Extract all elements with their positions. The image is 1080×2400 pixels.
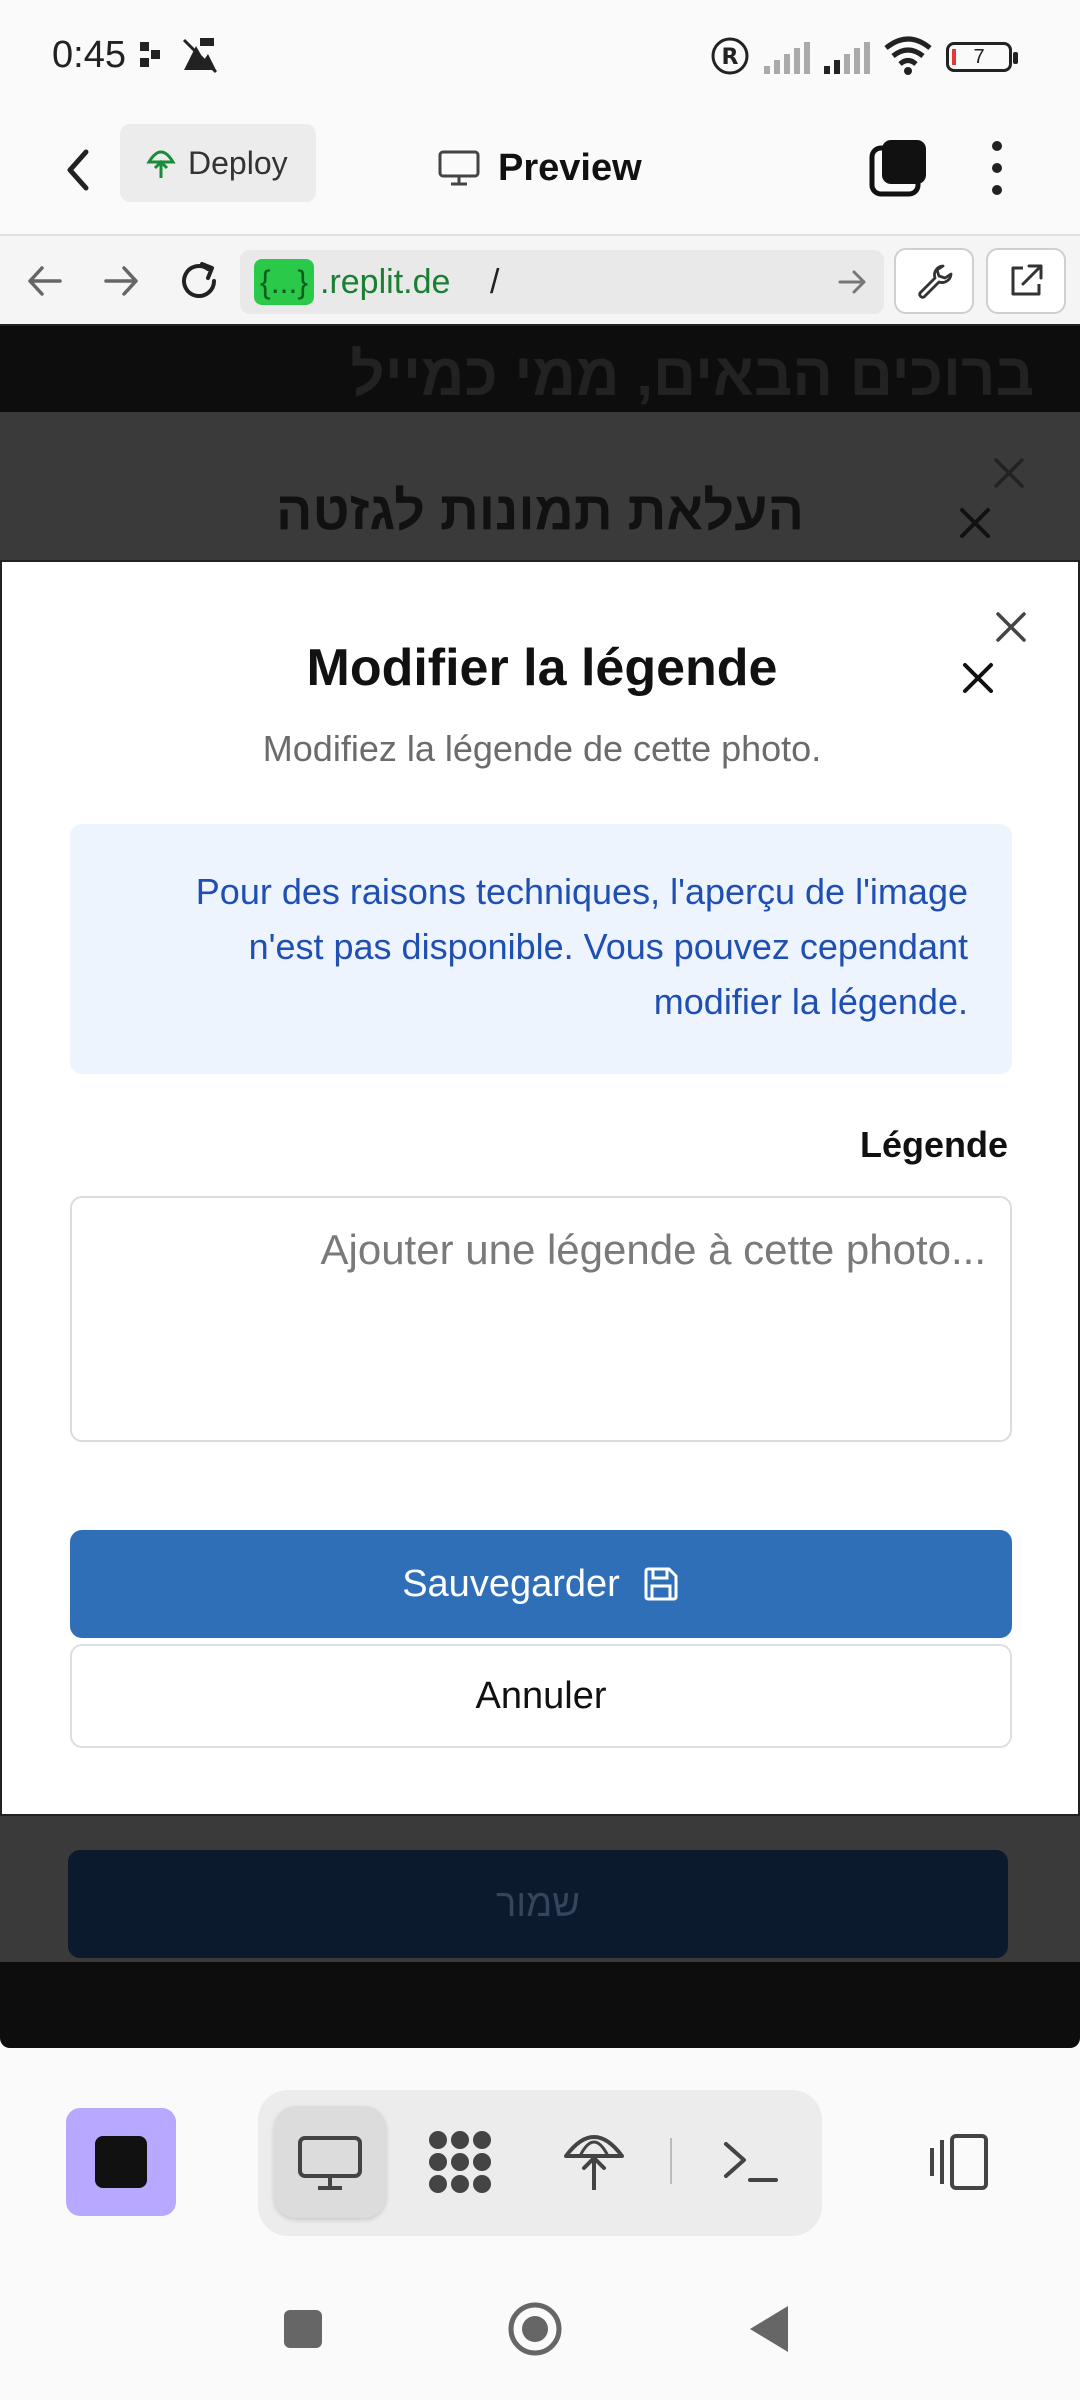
media-off-icon [182,38,218,74]
status-bar: 0:45 R 7 [0,0,1080,112]
deploy-icon[interactable] [558,2124,630,2196]
back-icon[interactable] [744,2302,794,2356]
reload-icon[interactable] [176,258,222,304]
system-nav-bar [0,2248,1080,2400]
dialog-description: .Modifiez la légende de cette photo [262,728,822,769]
notification-icon [140,42,160,67]
caption-input[interactable] [70,1196,1012,1442]
url-field[interactable]: {...} .replit.de / [240,250,884,314]
close-icon[interactable] [956,504,994,542]
stop-button[interactable] [66,2108,176,2216]
page-heading: ברוכים הבאים, ממי כמייל [350,341,1034,408]
url-tag: {...} [254,259,315,305]
url-path: / [490,263,500,301]
monitor-icon[interactable] [294,2126,366,2198]
deploy-label: Deploy [188,144,288,181]
battery-level: 7 [973,46,985,68]
more-options-icon[interactable] [982,138,1012,198]
wrench-icon [918,264,953,299]
caption-label: Légende [859,1124,1008,1165]
background-save-button: שמור [68,1850,1008,1958]
preview-tab[interactable]: Preview [438,138,642,198]
signal-icon [824,42,870,74]
info-notice: Pour des raisons techniques, l'aperçu de… [70,824,1012,1074]
status-time: 0:45 [52,34,126,76]
info-line: Pour des raisons techniques, l'aperçu de… [195,871,968,912]
save-label: Sauvegarder [402,1562,620,1605]
signal-weak-icon [764,42,810,74]
save-icon [644,1567,678,1601]
cancel-button[interactable]: Annuler [70,1644,1012,1748]
deploy-icon [146,150,176,178]
recents-icon[interactable] [280,2306,326,2352]
info-line: n'est pas disponible. Vous pouvez cepend… [248,926,968,967]
battery-icon: 7 [946,42,1018,72]
terminal-icon[interactable] [714,2126,786,2198]
nav-back-icon[interactable] [22,258,68,304]
workspace-icon[interactable] [424,2126,496,2198]
save-button[interactable]: Sauvegarder [70,1530,1012,1638]
dialog-title: Modifier la légende [306,639,778,697]
bottom-toolbar [0,2048,1080,2259]
background-dialog-title: העלאת תמונות לגזטה [276,481,804,541]
go-arrow-icon[interactable] [834,264,870,300]
preview-label: Preview [498,146,642,189]
home-icon[interactable] [506,2300,564,2358]
back-arrow-icon[interactable] [52,142,108,198]
svg-text:R: R [722,45,739,70]
nav-forward-icon[interactable] [98,258,144,304]
tabs-icon[interactable] [868,136,930,198]
monitor-icon [438,150,480,186]
external-link-icon [1011,264,1043,296]
devtools-button[interactable] [894,248,974,314]
registered-icon: R [711,37,749,75]
app-header: Deploy Preview [0,112,1080,236]
divider [670,2138,672,2184]
edit-caption-dialog: Modifier la légende .Modifiez la légende… [0,560,1080,1816]
deploy-button[interactable]: Deploy [120,124,316,202]
url-bar: {...} .replit.de / [0,236,1080,326]
wifi-icon [884,36,932,75]
layout-icon[interactable] [922,2126,994,2198]
info-line: .modifier la légende [653,981,968,1022]
url-host: .replit.de [320,263,451,301]
open-external-button[interactable] [986,248,1066,314]
